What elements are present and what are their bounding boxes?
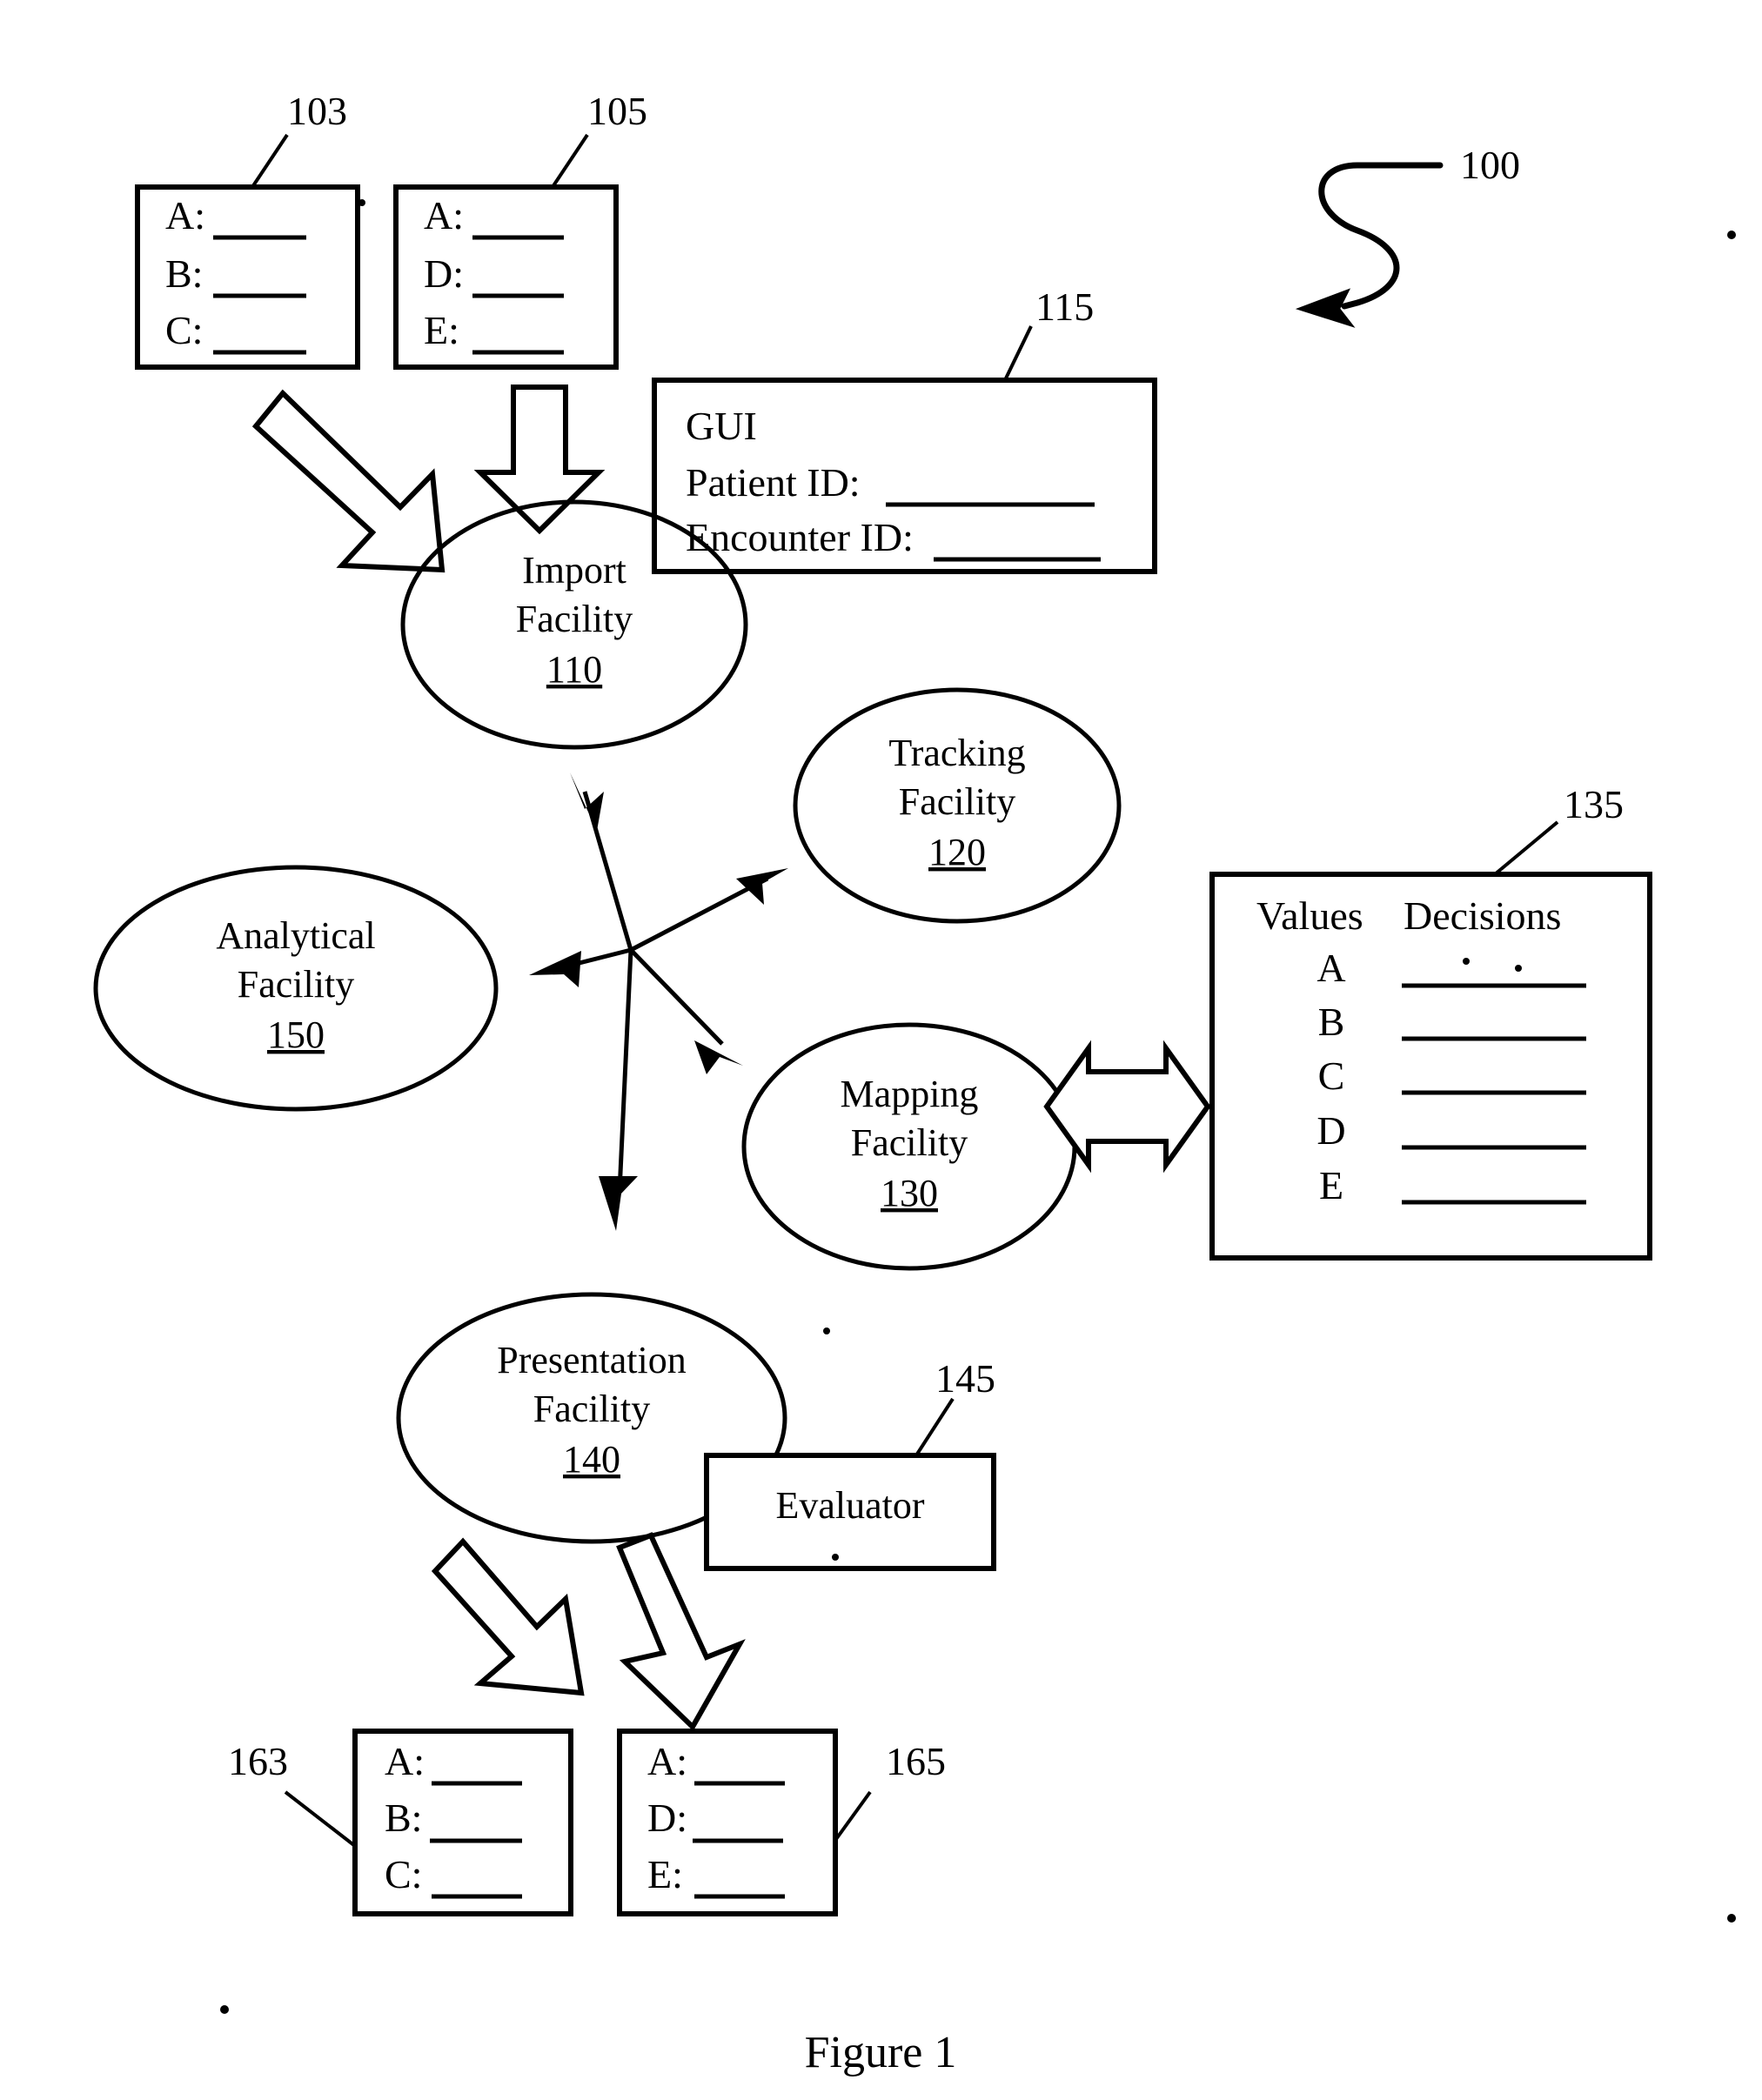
mapping-facility-line2: Facility (851, 1121, 968, 1164)
ref-label-103: 103 (287, 89, 347, 133)
decision-table-header-values: Values (1256, 893, 1363, 938)
decision-table-row-label-3: D (1316, 1108, 1345, 1153)
ref-label-165: 165 (886, 1739, 946, 1783)
decision-table-header-decisions: Decisions (1404, 893, 1561, 938)
ref-label-135: 135 (1564, 782, 1624, 826)
mapping-facility-line1: Mapping (841, 1073, 979, 1115)
tracking-facility-line1: Tracking (888, 732, 1025, 774)
presentation-facility-ref: 140 (563, 1438, 620, 1481)
scan-speck (823, 1328, 830, 1334)
presentation-facility-line2: Facility (533, 1388, 650, 1430)
field-label-163-2: C: (385, 1852, 422, 1896)
ref-label-163: 163 (228, 1739, 288, 1783)
scan-speck (1515, 965, 1522, 972)
presentation-facility-line1: Presentation (497, 1339, 687, 1381)
gui-field-label-patient-id: Patient ID: (686, 460, 861, 505)
evaluator-label: Evaluator (775, 1484, 924, 1527)
gui-field-label-encounter-id: Encounter ID: (686, 515, 914, 559)
analytical-facility-ref: 150 (267, 1013, 325, 1056)
field-label-165-0: A: (647, 1739, 687, 1783)
decision-table-row-label-2: C (1318, 1053, 1345, 1098)
import-facility-line1: Import (522, 549, 626, 592)
import-facility-line2: Facility (516, 598, 633, 640)
scan-speck (1463, 958, 1470, 965)
mapping-facility-ref: 130 (881, 1172, 938, 1214)
decision-table-row-label-1: B (1318, 1000, 1345, 1044)
ref-label-105: 105 (587, 89, 647, 133)
field-label-103-2: C: (165, 308, 203, 352)
ref-label-145: 145 (935, 1356, 995, 1401)
figure-caption: Figure 1 (805, 2028, 957, 2077)
field-label-163-1: B: (385, 1796, 422, 1840)
scan-speck (832, 1554, 839, 1561)
field-label-103-1: B: (165, 251, 203, 296)
decision-table-row-label-4: E (1319, 1163, 1343, 1207)
ref-label-115: 115 (1035, 284, 1094, 329)
patent-figure-1: 100 103 A: B: C: 105 A: D: E: 115 GUI Pa… (0, 0, 1762, 2100)
analytical-facility-line2: Facility (238, 963, 354, 1006)
field-label-163-0: A: (385, 1739, 425, 1783)
field-label-105-1: D: (424, 251, 464, 296)
gui-title: GUI (686, 404, 757, 448)
tracking-facility-ref: 120 (928, 831, 986, 873)
scan-speck (358, 199, 365, 206)
analytical-facility-line1: Analytical (216, 914, 375, 957)
field-label-103-0: A: (165, 193, 205, 237)
scan-speck (1727, 1914, 1736, 1923)
tracking-facility-line2: Facility (899, 780, 1015, 823)
field-label-165-2: E: (647, 1852, 683, 1896)
import-facility-ref: 110 (546, 648, 602, 691)
system-ref-label: 100 (1460, 143, 1520, 187)
scan-speck (220, 2005, 229, 2014)
field-label-105-2: E: (424, 308, 459, 352)
scan-speck (1727, 231, 1736, 239)
field-label-165-1: D: (647, 1796, 687, 1840)
field-label-105-0: A: (424, 193, 464, 237)
decision-table-row-label-0: A (1316, 946, 1345, 990)
